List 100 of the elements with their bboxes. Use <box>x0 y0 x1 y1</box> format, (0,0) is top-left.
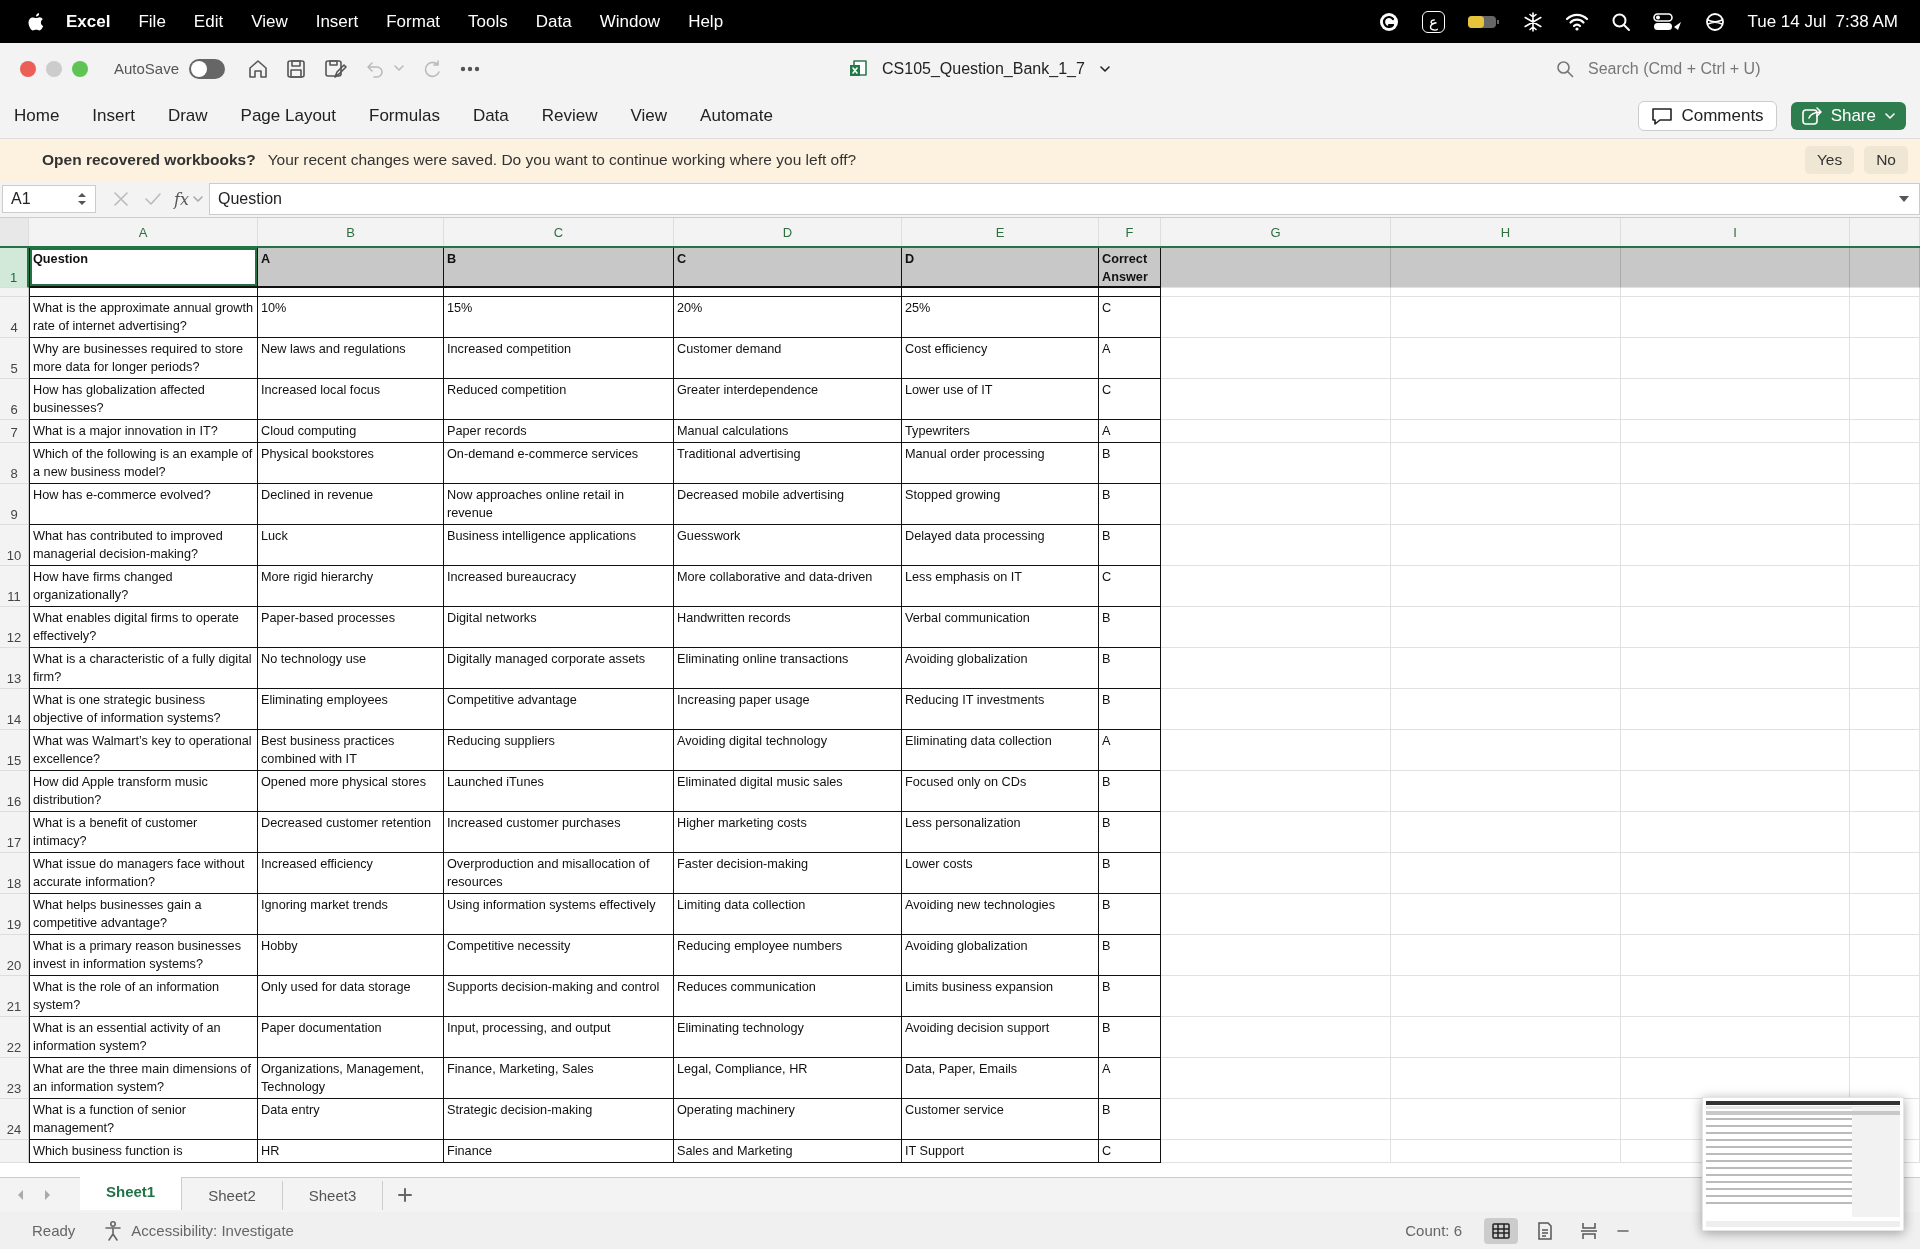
table-cell: Manual calculations <box>674 420 902 443</box>
column-header[interactable]: A <box>29 218 258 246</box>
add-sheet-icon[interactable] <box>397 1187 414 1203</box>
function-icon[interactable]: fx <box>174 189 189 209</box>
column-header[interactable]: I <box>1621 218 1850 246</box>
row-header[interactable]: 4 <box>0 297 29 338</box>
table-cell: Business intelligence applications <box>444 525 674 566</box>
accessibility-icon[interactable] <box>103 1219 124 1242</box>
table-cell: What helps businesses gain a competitive advantage? <box>29 894 258 935</box>
menu-item[interactable]: Excel <box>46 11 125 32</box>
row-header[interactable]: 17 <box>0 812 29 853</box>
column-header[interactable]: H <box>1391 218 1621 246</box>
menu-item[interactable]: Tools <box>454 11 522 32</box>
ribbon-tab[interactable]: Page Layout <box>240 106 337 126</box>
comments-button[interactable]: Comments <box>1638 101 1777 131</box>
row-header[interactable]: 12 <box>0 607 29 648</box>
stepper-icon <box>77 191 87 207</box>
control-center-icon[interactable] <box>1653 11 1684 32</box>
name-box[interactable]: A1 <box>2 185 96 213</box>
save-edit-icon[interactable] <box>323 57 348 80</box>
table-cell: Reducing suppliers <box>444 730 674 771</box>
column-header[interactable]: D <box>674 218 902 246</box>
row-header[interactable]: 16 <box>0 771 29 812</box>
document-title[interactable]: CS105_Question_Bank_1_7 <box>882 59 1085 78</box>
wifi-icon[interactable] <box>1565 11 1590 32</box>
row-header[interactable]: 23 <box>0 1058 29 1099</box>
column-header[interactable]: B <box>258 218 444 246</box>
table-cell: Why are businesses required to store more data for longer periods? <box>29 338 258 379</box>
table-cell: Customer demand <box>674 338 902 379</box>
swirl-icon[interactable] <box>1378 10 1401 33</box>
ribbon-tab[interactable]: Insert <box>92 106 135 126</box>
row-header[interactable]: 9 <box>0 484 29 525</box>
menu-item[interactable]: Insert <box>301 11 373 32</box>
header-cell: A <box>258 248 444 288</box>
empty-cell <box>1850 566 1920 607</box>
menu-item[interactable]: Format <box>372 11 455 32</box>
row-header[interactable]: 20 <box>0 935 29 976</box>
ribbon-tab[interactable]: Home <box>14 106 60 126</box>
menu-item[interactable]: View <box>237 11 302 32</box>
menu-item[interactable]: Window <box>585 11 675 32</box>
table-cell: Only used for data storage <box>258 976 444 1017</box>
row-header[interactable]: 10 <box>0 525 29 566</box>
normal-view-icon[interactable] <box>1484 1217 1518 1244</box>
row-header[interactable]: 6 <box>0 379 29 420</box>
row-header[interactable]: 21 <box>0 976 29 1017</box>
table-cell: Customer service <box>902 1099 1099 1140</box>
column-header[interactable]: F <box>1099 218 1161 246</box>
close-button[interactable] <box>20 60 36 77</box>
row-header[interactable]: 18 <box>0 853 29 894</box>
column-header[interactable]: C <box>444 218 674 246</box>
table-cell: How has e-commerce evolved? <box>29 484 258 525</box>
row-header[interactable]: 13 <box>0 648 29 689</box>
menu-item[interactable]: File <box>124 11 180 32</box>
row-header[interactable]: 24 <box>0 1099 29 1140</box>
autosave-toggle[interactable] <box>189 58 226 79</box>
menu-item[interactable]: Edit <box>179 11 238 32</box>
menu-item[interactable]: Data <box>521 11 586 32</box>
home-icon[interactable] <box>247 57 270 80</box>
menu-item[interactable]: Help <box>674 11 738 32</box>
row-header[interactable]: 8 <box>0 443 29 484</box>
input-source-indicator[interactable]: ع <box>1422 10 1446 33</box>
ribbon-tab[interactable]: Review <box>541 106 598 126</box>
row-header[interactable]: 15 <box>0 730 29 771</box>
table-cell: Organizations, Management, Technology <box>258 1058 444 1099</box>
table-cell: 20% <box>674 297 902 338</box>
table-cell: Reducing IT investments <box>902 689 1099 730</box>
accessibility-status[interactable]: Accessibility: Investigate <box>131 1222 294 1239</box>
search-field[interactable]: Search (Cmd + Ctrl + U) <box>1548 59 1761 78</box>
ribbon-tab[interactable]: Data <box>472 106 509 126</box>
sheet-tab[interactable]: Sheet1 <box>80 1176 183 1210</box>
column-header[interactable]: G <box>1161 218 1391 246</box>
ribbon-tab[interactable]: Automate <box>700 106 773 126</box>
ribbon-tab[interactable]: Formulas <box>369 106 440 126</box>
ribbon-tab[interactable]: View <box>630 106 668 126</box>
notification-button[interactable]: Yes <box>1804 146 1855 174</box>
table-cell: What was Walmart’s key to operational excellence? <box>29 730 258 771</box>
row-header[interactable]: 14 <box>0 689 29 730</box>
row-header[interactable]: 1 <box>0 248 29 288</box>
table-cell: Which of the following is an example of a new business model? <box>29 443 258 484</box>
row-header[interactable]: 5 <box>0 338 29 379</box>
row-header[interactable]: 19 <box>0 894 29 935</box>
row-header[interactable]: 11 <box>0 566 29 607</box>
save-icon[interactable] <box>285 57 308 80</box>
share-button[interactable]: Share <box>1790 102 1906 130</box>
column-header[interactable]: E <box>902 218 1099 246</box>
clock[interactable]: Tue 14 Jul 7:38 AM <box>1747 11 1898 32</box>
row-header[interactable]: 22 <box>0 1017 29 1058</box>
formula-field[interactable]: Question <box>208 183 1920 215</box>
row-header[interactable]: 7 <box>0 420 29 443</box>
apple-logo-icon[interactable] <box>26 10 46 33</box>
ribbon-tab[interactable]: Draw <box>167 106 208 126</box>
notification-button[interactable]: No <box>1864 146 1908 174</box>
check-icon[interactable] <box>144 190 162 208</box>
table-cell: Which business function is <box>29 1140 258 1163</box>
sheet-tab[interactable]: Sheet3 <box>282 1180 384 1210</box>
table-cell: Finance <box>444 1140 674 1163</box>
search-icon[interactable] <box>1611 11 1632 32</box>
snowflake-icon[interactable] <box>1523 11 1544 32</box>
sheet-tab[interactable]: Sheet2 <box>182 1180 283 1210</box>
table-cell: Reducing employee numbers <box>674 935 902 976</box>
